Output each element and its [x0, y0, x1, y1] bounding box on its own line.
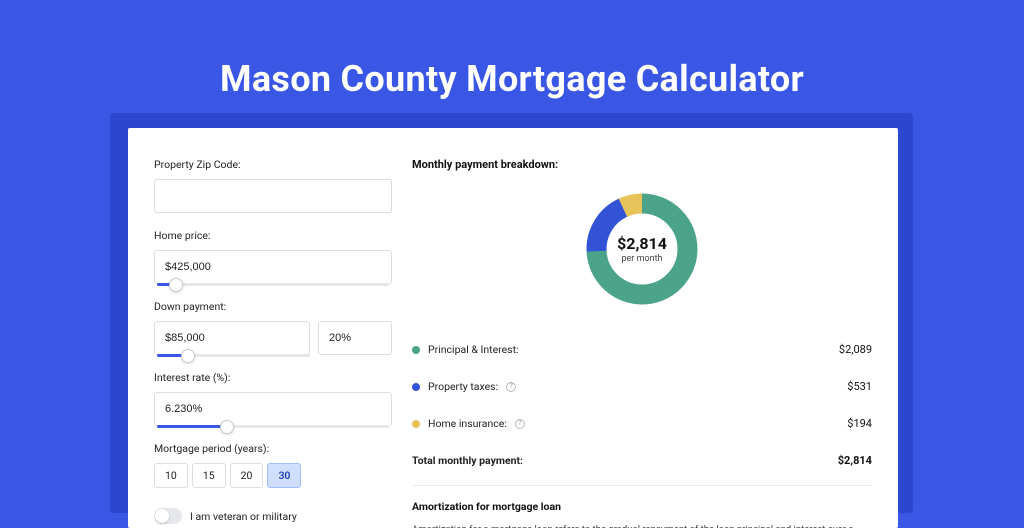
green-dot-icon [412, 346, 420, 354]
total-label: Total monthly payment: [412, 454, 523, 467]
down-payment-field: Down payment: [154, 300, 392, 355]
legend: Principal & Interest: $2,089 Property taxe… [412, 331, 872, 479]
home-price-label: Home price: [154, 229, 392, 242]
period-pill-15[interactable]: 15 [192, 463, 226, 488]
calculator-panel: Property Zip Code: Home price: Down paym… [128, 128, 898, 528]
blue-dot-icon [412, 383, 420, 391]
donut-amount: $2,814 [617, 234, 667, 253]
interest-slider[interactable] [157, 425, 389, 428]
legend-value: $2,089 [839, 343, 872, 356]
legend-label: Principal & Interest: [428, 343, 519, 356]
veteran-toggle[interactable] [154, 508, 182, 524]
zip-label: Property Zip Code: [154, 158, 392, 171]
page-title: Mason County Mortgage Calculator [0, 58, 1024, 100]
legend-row: Principal & Interest: $2,089 [412, 331, 872, 368]
home-price-input[interactable] [154, 250, 392, 284]
legend-value: $531 [847, 380, 872, 393]
interest-slider-thumb[interactable] [220, 420, 234, 434]
info-icon[interactable]: ? [515, 419, 525, 429]
period-pill-group: 10152030 [154, 463, 392, 488]
yellow-dot-icon [412, 420, 420, 428]
donut-sub: per month [621, 254, 662, 264]
amortization-text: Amortization for a mortgage loan refers … [412, 523, 872, 528]
period-pill-10[interactable]: 10 [154, 463, 188, 488]
period-field: Mortgage period (years): 10152030 [154, 442, 392, 488]
home-price-field: Home price: [154, 229, 392, 284]
down-payment-pct-input[interactable] [318, 321, 392, 355]
info-icon[interactable]: ? [506, 382, 516, 392]
zip-field: Property Zip Code: [154, 158, 392, 213]
interest-input[interactable] [154, 392, 392, 426]
down-payment-input[interactable] [154, 321, 310, 355]
down-payment-slider[interactable] [157, 354, 310, 357]
down-payment-slider-thumb[interactable] [181, 349, 195, 363]
donut-center: $2,814 per month [582, 189, 702, 309]
payment-donut-chart: $2,814 per month [582, 189, 702, 309]
divider [412, 485, 872, 486]
veteran-row: I am veteran or military [154, 508, 392, 524]
breakdown-title: Monthly payment breakdown: [412, 158, 872, 171]
period-label: Mortgage period (years): [154, 442, 392, 455]
donut-wrap: $2,814 per month [412, 181, 872, 319]
legend-total-row: Total monthly payment: $2,814 [412, 442, 872, 479]
legend-value: $194 [847, 417, 872, 430]
period-pill-30[interactable]: 30 [267, 463, 301, 488]
legend-label: Home insurance: [428, 417, 507, 430]
interest-field: Interest rate (%): [154, 371, 392, 426]
down-payment-label: Down payment: [154, 300, 392, 313]
home-price-slider-thumb[interactable] [169, 278, 183, 292]
amortization-title: Amortization for mortgage loan [412, 500, 872, 513]
total-value: $2,814 [838, 454, 872, 467]
veteran-label: I am veteran or military [190, 510, 297, 523]
home-price-slider[interactable] [157, 283, 389, 286]
interest-label: Interest rate (%): [154, 371, 392, 384]
zip-input[interactable] [154, 179, 392, 213]
form-column: Property Zip Code: Home price: Down paym… [154, 158, 392, 518]
legend-row: Home insurance:? $194 [412, 405, 872, 442]
breakdown-column: Monthly payment breakdown: $2,814 per mo… [412, 158, 872, 518]
toggle-knob [155, 509, 169, 523]
legend-label: Property taxes: [428, 380, 498, 393]
period-pill-20[interactable]: 20 [230, 463, 264, 488]
legend-row: Property taxes:? $531 [412, 368, 872, 405]
